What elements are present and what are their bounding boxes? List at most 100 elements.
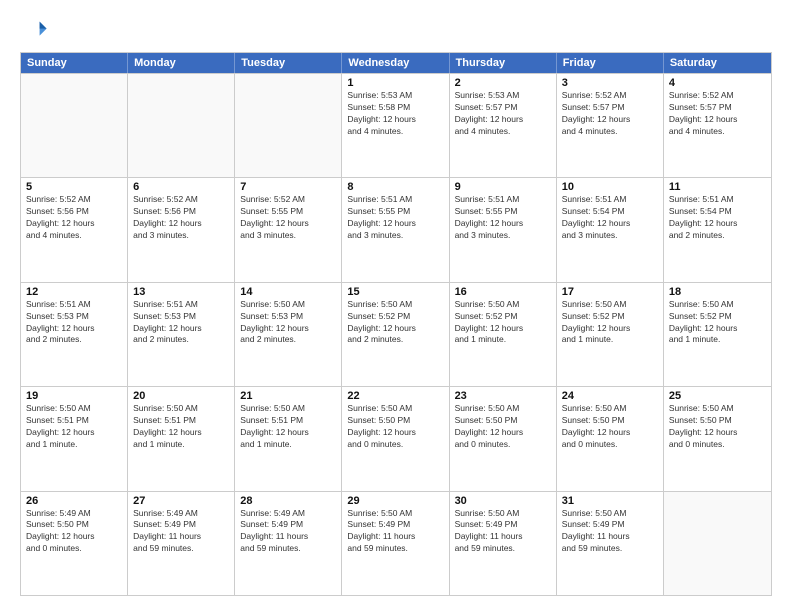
day-number: 22 <box>347 390 443 402</box>
day-cell-28: 28Sunrise: 5:49 AM Sunset: 5:49 PM Dayli… <box>235 492 342 595</box>
calendar-row-1: 1Sunrise: 5:53 AM Sunset: 5:58 PM Daylig… <box>21 73 771 177</box>
calendar-body: 1Sunrise: 5:53 AM Sunset: 5:58 PM Daylig… <box>21 73 771 595</box>
day-info: Sunrise: 5:50 AM Sunset: 5:51 PM Dayligh… <box>26 403 122 451</box>
weekday-header-thursday: Thursday <box>450 53 557 73</box>
day-info: Sunrise: 5:50 AM Sunset: 5:52 PM Dayligh… <box>562 299 658 347</box>
day-cell-30: 30Sunrise: 5:50 AM Sunset: 5:49 PM Dayli… <box>450 492 557 595</box>
logo <box>20 16 52 44</box>
day-cell-empty <box>128 74 235 177</box>
day-info: Sunrise: 5:53 AM Sunset: 5:58 PM Dayligh… <box>347 90 443 138</box>
day-info: Sunrise: 5:51 AM Sunset: 5:53 PM Dayligh… <box>133 299 229 347</box>
day-number: 19 <box>26 390 122 402</box>
day-number: 30 <box>455 495 551 507</box>
calendar-row-4: 19Sunrise: 5:50 AM Sunset: 5:51 PM Dayli… <box>21 386 771 490</box>
day-info: Sunrise: 5:50 AM Sunset: 5:50 PM Dayligh… <box>347 403 443 451</box>
day-info: Sunrise: 5:49 AM Sunset: 5:50 PM Dayligh… <box>26 508 122 556</box>
day-info: Sunrise: 5:51 AM Sunset: 5:55 PM Dayligh… <box>455 194 551 242</box>
day-number: 25 <box>669 390 766 402</box>
calendar-row-5: 26Sunrise: 5:49 AM Sunset: 5:50 PM Dayli… <box>21 491 771 595</box>
day-info: Sunrise: 5:51 AM Sunset: 5:53 PM Dayligh… <box>26 299 122 347</box>
day-cell-4: 4Sunrise: 5:52 AM Sunset: 5:57 PM Daylig… <box>664 74 771 177</box>
day-info: Sunrise: 5:49 AM Sunset: 5:49 PM Dayligh… <box>240 508 336 556</box>
header <box>20 16 772 44</box>
day-info: Sunrise: 5:52 AM Sunset: 5:57 PM Dayligh… <box>669 90 766 138</box>
day-number: 1 <box>347 77 443 89</box>
day-cell-23: 23Sunrise: 5:50 AM Sunset: 5:50 PM Dayli… <box>450 387 557 490</box>
day-number: 7 <box>240 181 336 193</box>
calendar-row-3: 12Sunrise: 5:51 AM Sunset: 5:53 PM Dayli… <box>21 282 771 386</box>
day-info: Sunrise: 5:51 AM Sunset: 5:54 PM Dayligh… <box>669 194 766 242</box>
day-cell-22: 22Sunrise: 5:50 AM Sunset: 5:50 PM Dayli… <box>342 387 449 490</box>
day-cell-15: 15Sunrise: 5:50 AM Sunset: 5:52 PM Dayli… <box>342 283 449 386</box>
day-number: 24 <box>562 390 658 402</box>
day-number: 28 <box>240 495 336 507</box>
day-info: Sunrise: 5:50 AM Sunset: 5:52 PM Dayligh… <box>669 299 766 347</box>
day-info: Sunrise: 5:52 AM Sunset: 5:56 PM Dayligh… <box>133 194 229 242</box>
day-info: Sunrise: 5:50 AM Sunset: 5:49 PM Dayligh… <box>347 508 443 556</box>
day-cell-10: 10Sunrise: 5:51 AM Sunset: 5:54 PM Dayli… <box>557 178 664 281</box>
day-cell-3: 3Sunrise: 5:52 AM Sunset: 5:57 PM Daylig… <box>557 74 664 177</box>
calendar-row-2: 5Sunrise: 5:52 AM Sunset: 5:56 PM Daylig… <box>21 177 771 281</box>
day-cell-14: 14Sunrise: 5:50 AM Sunset: 5:53 PM Dayli… <box>235 283 342 386</box>
day-info: Sunrise: 5:50 AM Sunset: 5:52 PM Dayligh… <box>347 299 443 347</box>
day-cell-13: 13Sunrise: 5:51 AM Sunset: 5:53 PM Dayli… <box>128 283 235 386</box>
day-cell-empty <box>664 492 771 595</box>
weekday-header-monday: Monday <box>128 53 235 73</box>
day-cell-29: 29Sunrise: 5:50 AM Sunset: 5:49 PM Dayli… <box>342 492 449 595</box>
day-cell-empty <box>235 74 342 177</box>
day-cell-12: 12Sunrise: 5:51 AM Sunset: 5:53 PM Dayli… <box>21 283 128 386</box>
day-number: 12 <box>26 286 122 298</box>
day-number: 9 <box>455 181 551 193</box>
day-number: 8 <box>347 181 443 193</box>
day-info: Sunrise: 5:50 AM Sunset: 5:51 PM Dayligh… <box>240 403 336 451</box>
day-info: Sunrise: 5:50 AM Sunset: 5:51 PM Dayligh… <box>133 403 229 451</box>
day-number: 29 <box>347 495 443 507</box>
logo-icon <box>20 16 48 44</box>
day-cell-31: 31Sunrise: 5:50 AM Sunset: 5:49 PM Dayli… <box>557 492 664 595</box>
day-number: 14 <box>240 286 336 298</box>
day-number: 11 <box>669 181 766 193</box>
day-info: Sunrise: 5:52 AM Sunset: 5:56 PM Dayligh… <box>26 194 122 242</box>
day-cell-26: 26Sunrise: 5:49 AM Sunset: 5:50 PM Dayli… <box>21 492 128 595</box>
day-cell-9: 9Sunrise: 5:51 AM Sunset: 5:55 PM Daylig… <box>450 178 557 281</box>
day-cell-2: 2Sunrise: 5:53 AM Sunset: 5:57 PM Daylig… <box>450 74 557 177</box>
day-cell-24: 24Sunrise: 5:50 AM Sunset: 5:50 PM Dayli… <box>557 387 664 490</box>
day-info: Sunrise: 5:52 AM Sunset: 5:55 PM Dayligh… <box>240 194 336 242</box>
page: SundayMondayTuesdayWednesdayThursdayFrid… <box>0 0 792 612</box>
weekday-header-tuesday: Tuesday <box>235 53 342 73</box>
day-info: Sunrise: 5:50 AM Sunset: 5:49 PM Dayligh… <box>455 508 551 556</box>
calendar: SundayMondayTuesdayWednesdayThursdayFrid… <box>20 52 772 596</box>
day-cell-empty <box>21 74 128 177</box>
day-number: 10 <box>562 181 658 193</box>
day-info: Sunrise: 5:50 AM Sunset: 5:49 PM Dayligh… <box>562 508 658 556</box>
day-info: Sunrise: 5:50 AM Sunset: 5:53 PM Dayligh… <box>240 299 336 347</box>
weekday-header-wednesday: Wednesday <box>342 53 449 73</box>
day-number: 23 <box>455 390 551 402</box>
day-number: 21 <box>240 390 336 402</box>
weekday-header-friday: Friday <box>557 53 664 73</box>
day-number: 18 <box>669 286 766 298</box>
day-cell-19: 19Sunrise: 5:50 AM Sunset: 5:51 PM Dayli… <box>21 387 128 490</box>
day-info: Sunrise: 5:50 AM Sunset: 5:50 PM Dayligh… <box>455 403 551 451</box>
day-number: 20 <box>133 390 229 402</box>
day-cell-6: 6Sunrise: 5:52 AM Sunset: 5:56 PM Daylig… <box>128 178 235 281</box>
day-number: 4 <box>669 77 766 89</box>
day-info: Sunrise: 5:50 AM Sunset: 5:50 PM Dayligh… <box>669 403 766 451</box>
day-number: 16 <box>455 286 551 298</box>
weekday-header-sunday: Sunday <box>21 53 128 73</box>
day-cell-18: 18Sunrise: 5:50 AM Sunset: 5:52 PM Dayli… <box>664 283 771 386</box>
day-number: 17 <box>562 286 658 298</box>
day-info: Sunrise: 5:49 AM Sunset: 5:49 PM Dayligh… <box>133 508 229 556</box>
day-info: Sunrise: 5:50 AM Sunset: 5:52 PM Dayligh… <box>455 299 551 347</box>
day-number: 2 <box>455 77 551 89</box>
day-number: 27 <box>133 495 229 507</box>
day-cell-7: 7Sunrise: 5:52 AM Sunset: 5:55 PM Daylig… <box>235 178 342 281</box>
day-number: 3 <box>562 77 658 89</box>
calendar-header: SundayMondayTuesdayWednesdayThursdayFrid… <box>21 53 771 73</box>
day-info: Sunrise: 5:50 AM Sunset: 5:50 PM Dayligh… <box>562 403 658 451</box>
day-number: 31 <box>562 495 658 507</box>
day-cell-1: 1Sunrise: 5:53 AM Sunset: 5:58 PM Daylig… <box>342 74 449 177</box>
day-cell-16: 16Sunrise: 5:50 AM Sunset: 5:52 PM Dayli… <box>450 283 557 386</box>
day-number: 5 <box>26 181 122 193</box>
day-number: 15 <box>347 286 443 298</box>
